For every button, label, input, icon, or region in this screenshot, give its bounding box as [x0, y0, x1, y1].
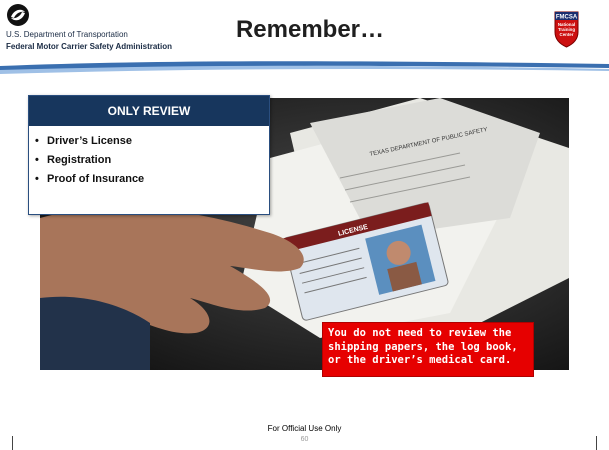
bullet-icon: •: [35, 135, 39, 147]
badge-text-center: Center: [560, 32, 574, 37]
dot-logo-icon: [7, 4, 29, 26]
slide-title: Remember…: [235, 16, 385, 43]
only-review-box: ONLY REVIEW • Driver’s License • Registrat…: [28, 95, 270, 215]
badge-text-fmcsa: FMCSA: [556, 15, 578, 21]
fmcsa-badge-icon: FMCSA National Training Center: [554, 11, 579, 48]
review-list: • Driver’s License • Registration • Proof o…: [29, 126, 269, 189]
note-callout: You do not need to review the shipping p…: [322, 322, 534, 377]
agency-name: Federal Motor Carrier Safety Administrat…: [6, 42, 172, 51]
list-item: • Proof of Insurance: [35, 170, 269, 189]
department-name: U.S. Department of Transportation: [6, 30, 128, 39]
list-item-label: Registration: [47, 154, 112, 166]
header-swoosh-divider: [0, 61, 609, 74]
list-item: • Registration: [35, 151, 269, 170]
classification-footer: For Official Use Only: [267, 424, 342, 433]
slide-header: U.S. Department of Transportation Federa…: [0, 0, 609, 66]
list-item-label: Proof of Insurance: [47, 173, 145, 185]
right-divider: [596, 436, 597, 450]
bullet-icon: •: [35, 154, 39, 166]
page-number: 60: [300, 436, 309, 443]
list-item-label: Driver’s License: [47, 135, 132, 147]
only-review-heading: ONLY REVIEW: [29, 96, 269, 126]
bullet-icon: •: [35, 173, 39, 185]
left-divider: [12, 436, 13, 450]
list-item: • Driver’s License: [35, 132, 269, 151]
